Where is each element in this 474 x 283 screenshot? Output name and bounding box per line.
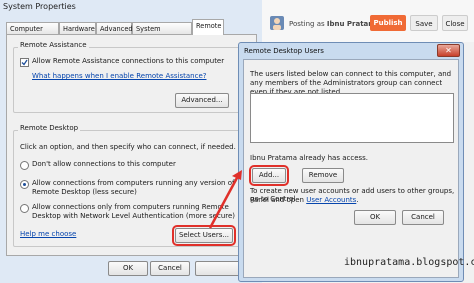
remove-button[interactable]: Remove bbox=[302, 168, 344, 183]
option-dont-allow-label: Don't allow connections to this computer bbox=[32, 160, 176, 168]
add-button[interactable]: Add... bbox=[249, 165, 289, 186]
cancel-button[interactable]: Cancel bbox=[150, 261, 190, 276]
user-accounts-link[interactable]: User Accounts bbox=[306, 196, 356, 204]
footer-text-2: Panel and open User Accounts. bbox=[250, 196, 359, 204]
remote-desktop-users-dialog: Remote Desktop Users ✕ The users listed … bbox=[238, 42, 474, 282]
checkmark-icon bbox=[21, 59, 28, 66]
option-nla-label-1: Allow connections only from computers ru… bbox=[32, 203, 229, 211]
dialog-body: The users listed below can connect to th… bbox=[243, 59, 474, 278]
remote-assistance-title: Remote Assistance bbox=[18, 41, 89, 49]
tab-system-protection[interactable]: System Protection bbox=[132, 22, 192, 45]
allow-remote-assistance-label: Allow Remote Assistance connections to t… bbox=[32, 57, 225, 65]
allow-remote-assistance-checkbox[interactable] bbox=[20, 58, 29, 67]
remote-desktop-instruction: Click an option, and then specify who ca… bbox=[20, 143, 236, 151]
ok-button[interactable]: OK bbox=[108, 261, 148, 276]
option-dont-allow-radio[interactable] bbox=[20, 161, 29, 170]
tab-computer-name[interactable]: Computer Name bbox=[6, 22, 59, 45]
advanced-button[interactable]: Advanced... bbox=[175, 93, 229, 108]
option-any-version-label-1: Allow connections from computers running… bbox=[32, 179, 235, 187]
system-properties-window: System Properties Computer Name Hardware… bbox=[0, 0, 262, 283]
option-any-version-label-2: Remote Desktop (less secure) bbox=[32, 188, 137, 196]
tab-remote[interactable]: Remote bbox=[192, 19, 224, 35]
dialog-cancel-button[interactable]: Cancel bbox=[402, 210, 444, 225]
tab-advanced[interactable]: Advanced bbox=[96, 22, 133, 34]
users-list[interactable] bbox=[250, 93, 454, 143]
access-note: Ibnu Pratama already has access. bbox=[250, 154, 369, 162]
dialog-ok-button[interactable]: OK bbox=[354, 210, 396, 225]
person-icon bbox=[273, 18, 281, 30]
select-users-button[interactable]: Select Users... bbox=[172, 225, 236, 246]
option-any-version-radio[interactable] bbox=[20, 180, 29, 189]
watermark: ibnupratama.blogspot.com bbox=[344, 257, 474, 268]
option-nla-label-2: Desktop with Network Level Authenticatio… bbox=[32, 212, 236, 220]
footer-text-prefix: Panel and open bbox=[250, 196, 307, 204]
dialog-title: Remote Desktop Users bbox=[244, 47, 324, 55]
tab-hardware[interactable]: Hardware bbox=[59, 22, 96, 34]
blogger-header: Posting as Ibnu Pratama Publish Save Clo… bbox=[262, 0, 474, 42]
posting-as-text: Posting as Ibnu Pratama bbox=[289, 20, 380, 28]
option-nla-radio[interactable] bbox=[20, 204, 29, 213]
dialog-close-icon[interactable]: ✕ bbox=[437, 44, 460, 57]
help-me-choose-link[interactable]: Help me choose bbox=[20, 230, 76, 238]
close-button[interactable]: Close bbox=[442, 15, 468, 31]
remote-desktop-title: Remote Desktop bbox=[18, 124, 81, 132]
footer-text-suffix: . bbox=[356, 196, 359, 204]
window-title: System Properties bbox=[3, 2, 76, 11]
posting-as-label: Posting as bbox=[289, 20, 325, 28]
remote-assistance-help-link[interactable]: What happens when I enable Remote Assist… bbox=[32, 72, 206, 80]
avatar[interactable] bbox=[270, 16, 284, 30]
publish-button[interactable]: Publish bbox=[370, 15, 406, 31]
save-button[interactable]: Save bbox=[410, 15, 438, 31]
